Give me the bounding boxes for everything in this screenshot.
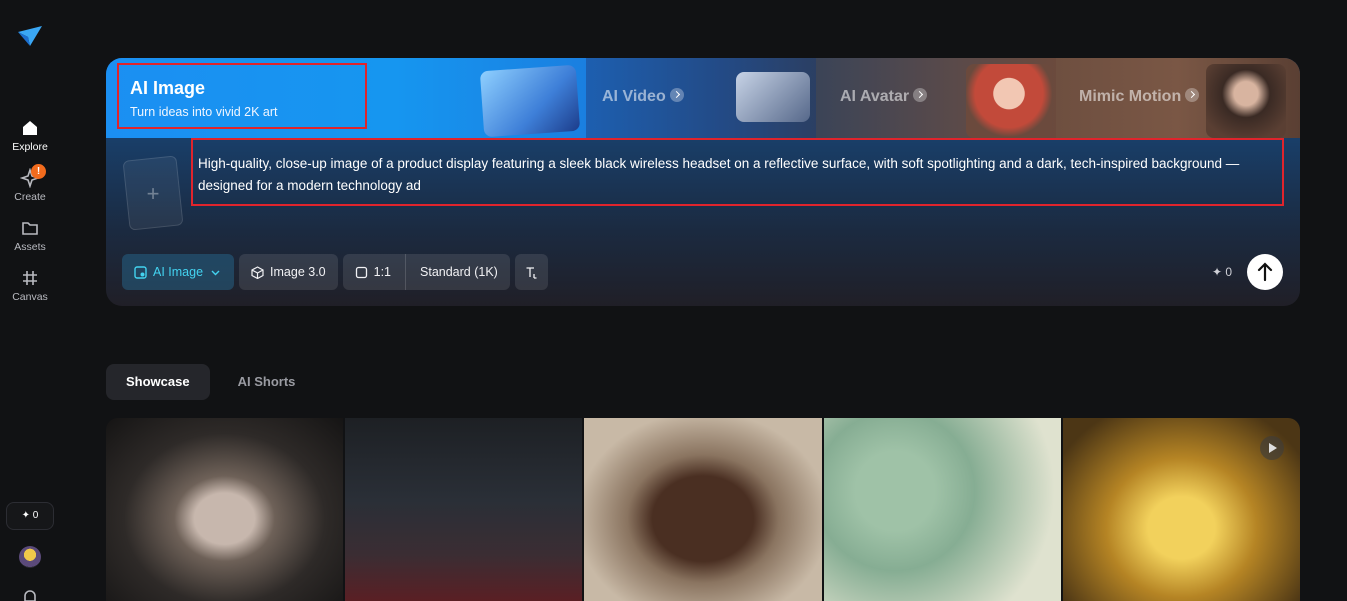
square-ratio-icon (355, 266, 367, 278)
sidebar-item-label: Assets (14, 241, 46, 253)
text-format-icon (526, 266, 537, 279)
tool-tabs: AI Image Turn ideas into vivid 2K art AI… (106, 58, 1300, 138)
generation-cost: ✦ 0 (1212, 265, 1233, 279)
creation-panel: AI Image Turn ideas into vivid 2K art AI… (106, 58, 1300, 306)
tab-label-text: Mimic Motion (1079, 88, 1182, 105)
folder-icon (22, 222, 38, 235)
gallery-card[interactable] (584, 418, 822, 601)
sidebar: Explore ! Create Assets Canvas ✦ 0 (0, 0, 60, 601)
motion-thumbnail (1206, 64, 1286, 138)
avatar-thumbnail (966, 64, 1052, 138)
sidebar-item-explore[interactable]: Explore (0, 118, 60, 153)
sidebar-item-label: Create (14, 191, 46, 203)
tab-showcase[interactable]: Showcase (106, 364, 210, 400)
model-select[interactable]: Image 3.0 (239, 254, 338, 290)
divider (405, 254, 407, 290)
bell-icon[interactable] (21, 588, 39, 601)
sidebar-item-label: Canvas (12, 291, 48, 303)
generation-toolbar: AI Image Image 3.0 1:1 Standard (1K) (122, 254, 548, 290)
sidebar-item-create[interactable]: ! Create (0, 164, 60, 203)
avatar[interactable] (19, 546, 41, 568)
showcase-gallery (106, 418, 1300, 601)
logo-icon[interactable] (16, 22, 44, 50)
mode-select[interactable]: AI Image (122, 254, 235, 290)
chevron-right-icon (1185, 88, 1200, 102)
ratio-quality-select[interactable]: 1:1 Standard (1K) (342, 254, 510, 290)
gallery-card[interactable] (823, 418, 1061, 601)
home-icon (23, 121, 37, 135)
chevron-down-icon (211, 270, 220, 275)
canvas-grid-icon (23, 271, 37, 285)
sidebar-item-assets[interactable]: Assets (0, 218, 60, 253)
tab-label: AI Video (602, 88, 684, 106)
tab-mimic-motion[interactable]: Mimic Motion (1056, 58, 1300, 138)
tab-ai-video[interactable]: AI Video (586, 58, 816, 138)
ratio-label: 1:1 (373, 265, 392, 279)
text-style-button[interactable] (514, 254, 548, 290)
tab-label: Mimic Motion (1079, 88, 1200, 106)
tab-label: AI Avatar (840, 88, 928, 106)
tab-ai-avatar[interactable]: AI Avatar (816, 58, 1056, 138)
cube-icon (251, 265, 264, 279)
tab-label-text: AI Video (602, 88, 666, 105)
model-label: Image 3.0 (270, 265, 326, 279)
mode-label: AI Image (153, 265, 204, 279)
tab-label-text: AI Avatar (840, 88, 910, 105)
tab-ai-image[interactable]: AI Image Turn ideas into vivid 2K art (106, 58, 586, 138)
chevron-right-icon (913, 88, 928, 102)
gallery-card[interactable] (106, 418, 344, 601)
image-icon (134, 265, 147, 279)
play-icon[interactable] (1260, 436, 1285, 460)
tab-ai-shorts[interactable]: AI Shorts (218, 364, 316, 400)
feed-tabs: Showcase AI Shorts (106, 364, 315, 400)
gallery-card[interactable] (345, 418, 583, 601)
jet-thumbnail (736, 72, 810, 122)
highlight-box (117, 63, 367, 129)
sidebar-item-canvas[interactable]: Canvas (0, 268, 60, 303)
prompt-input[interactable]: High-quality, close-up image of a produc… (198, 153, 1278, 197)
create-alert-badge: ! (31, 164, 46, 179)
credits-pill[interactable]: ✦ 0 (6, 502, 54, 530)
chevron-right-icon (669, 88, 684, 102)
gallery-card[interactable] (1062, 418, 1300, 601)
arrow-up-icon (1257, 262, 1273, 282)
plus-icon: + (146, 180, 160, 206)
app-root: Explore ! Create Assets Canvas ✦ 0 AI Im… (0, 0, 1347, 601)
generate-button[interactable] (1247, 254, 1283, 290)
sidebar-item-label: Explore (12, 141, 48, 153)
whale-thumbnail (479, 64, 581, 138)
quality-label: Standard (1K) (420, 265, 498, 279)
add-reference-image[interactable]: + (122, 155, 184, 231)
